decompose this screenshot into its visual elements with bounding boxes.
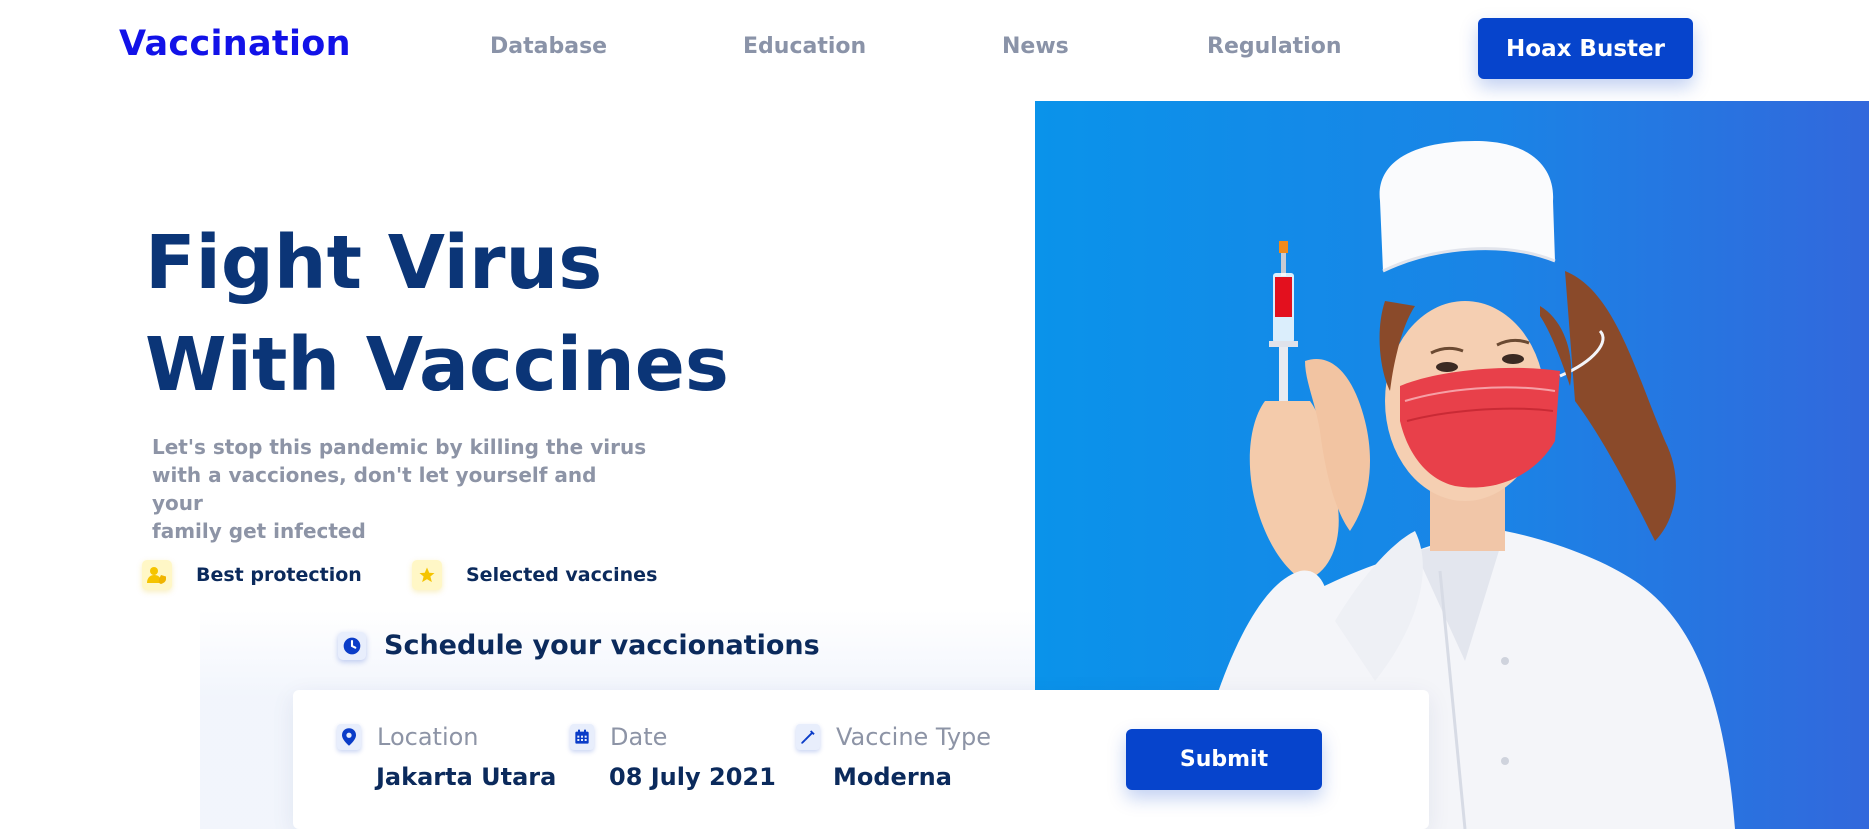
star-icon bbox=[412, 560, 442, 590]
schedule-form: Location Jakarta Utara Date 08 July 2021… bbox=[293, 690, 1429, 829]
submit-button[interactable]: Submit bbox=[1126, 729, 1322, 790]
user-shield-icon bbox=[142, 560, 172, 590]
vaccine-type-label: Vaccine Type bbox=[836, 723, 992, 751]
date-label: Date bbox=[610, 723, 668, 751]
location-value[interactable]: Jakarta Utara bbox=[376, 763, 556, 791]
nav-link-education[interactable]: Education bbox=[743, 34, 866, 59]
vaccine-type-value[interactable]: Moderna bbox=[833, 763, 952, 791]
location-pin-icon bbox=[337, 724, 361, 750]
schedule-heading: Schedule your vaccionations bbox=[338, 630, 820, 661]
date-value[interactable]: 08 July 2021 bbox=[609, 763, 776, 791]
hoax-buster-button[interactable]: Hoax Buster bbox=[1478, 18, 1693, 79]
nav-link-database[interactable]: Database bbox=[490, 34, 607, 59]
field-header: Date bbox=[570, 723, 667, 751]
feature-label: Best protection bbox=[196, 564, 362, 586]
syringe-icon bbox=[796, 724, 820, 750]
field-header: Vaccine Type bbox=[796, 723, 991, 751]
feature-best-protection: Best protection bbox=[142, 560, 362, 590]
subtext-line-3: family get infected bbox=[152, 519, 366, 543]
headline-line-1: Fight Virus bbox=[145, 220, 603, 306]
nav-link-news[interactable]: News bbox=[1002, 34, 1069, 59]
headline-line-2: With Vaccines bbox=[145, 322, 729, 408]
subtext-line-2: with a vacciones, don't let yourself and… bbox=[152, 463, 597, 515]
location-label: Location bbox=[377, 723, 479, 751]
feature-selected-vaccines: Selected vaccines bbox=[412, 560, 657, 590]
subtext-line-1: Let's stop this pandemic by killing the … bbox=[152, 435, 647, 459]
site-logo[interactable]: Vaccination bbox=[119, 24, 351, 64]
hero-headline: Fight Virus With Vaccines bbox=[145, 212, 845, 416]
nav-link-regulation[interactable]: Regulation bbox=[1207, 34, 1342, 59]
calendar-icon bbox=[570, 724, 594, 750]
field-header: Location bbox=[337, 723, 479, 751]
clock-icon bbox=[338, 631, 366, 660]
schedule-title: Schedule your vaccionations bbox=[384, 630, 820, 661]
feature-label: Selected vaccines bbox=[466, 564, 658, 586]
hero-subtext: Let's stop this pandemic by killing the … bbox=[152, 433, 652, 545]
